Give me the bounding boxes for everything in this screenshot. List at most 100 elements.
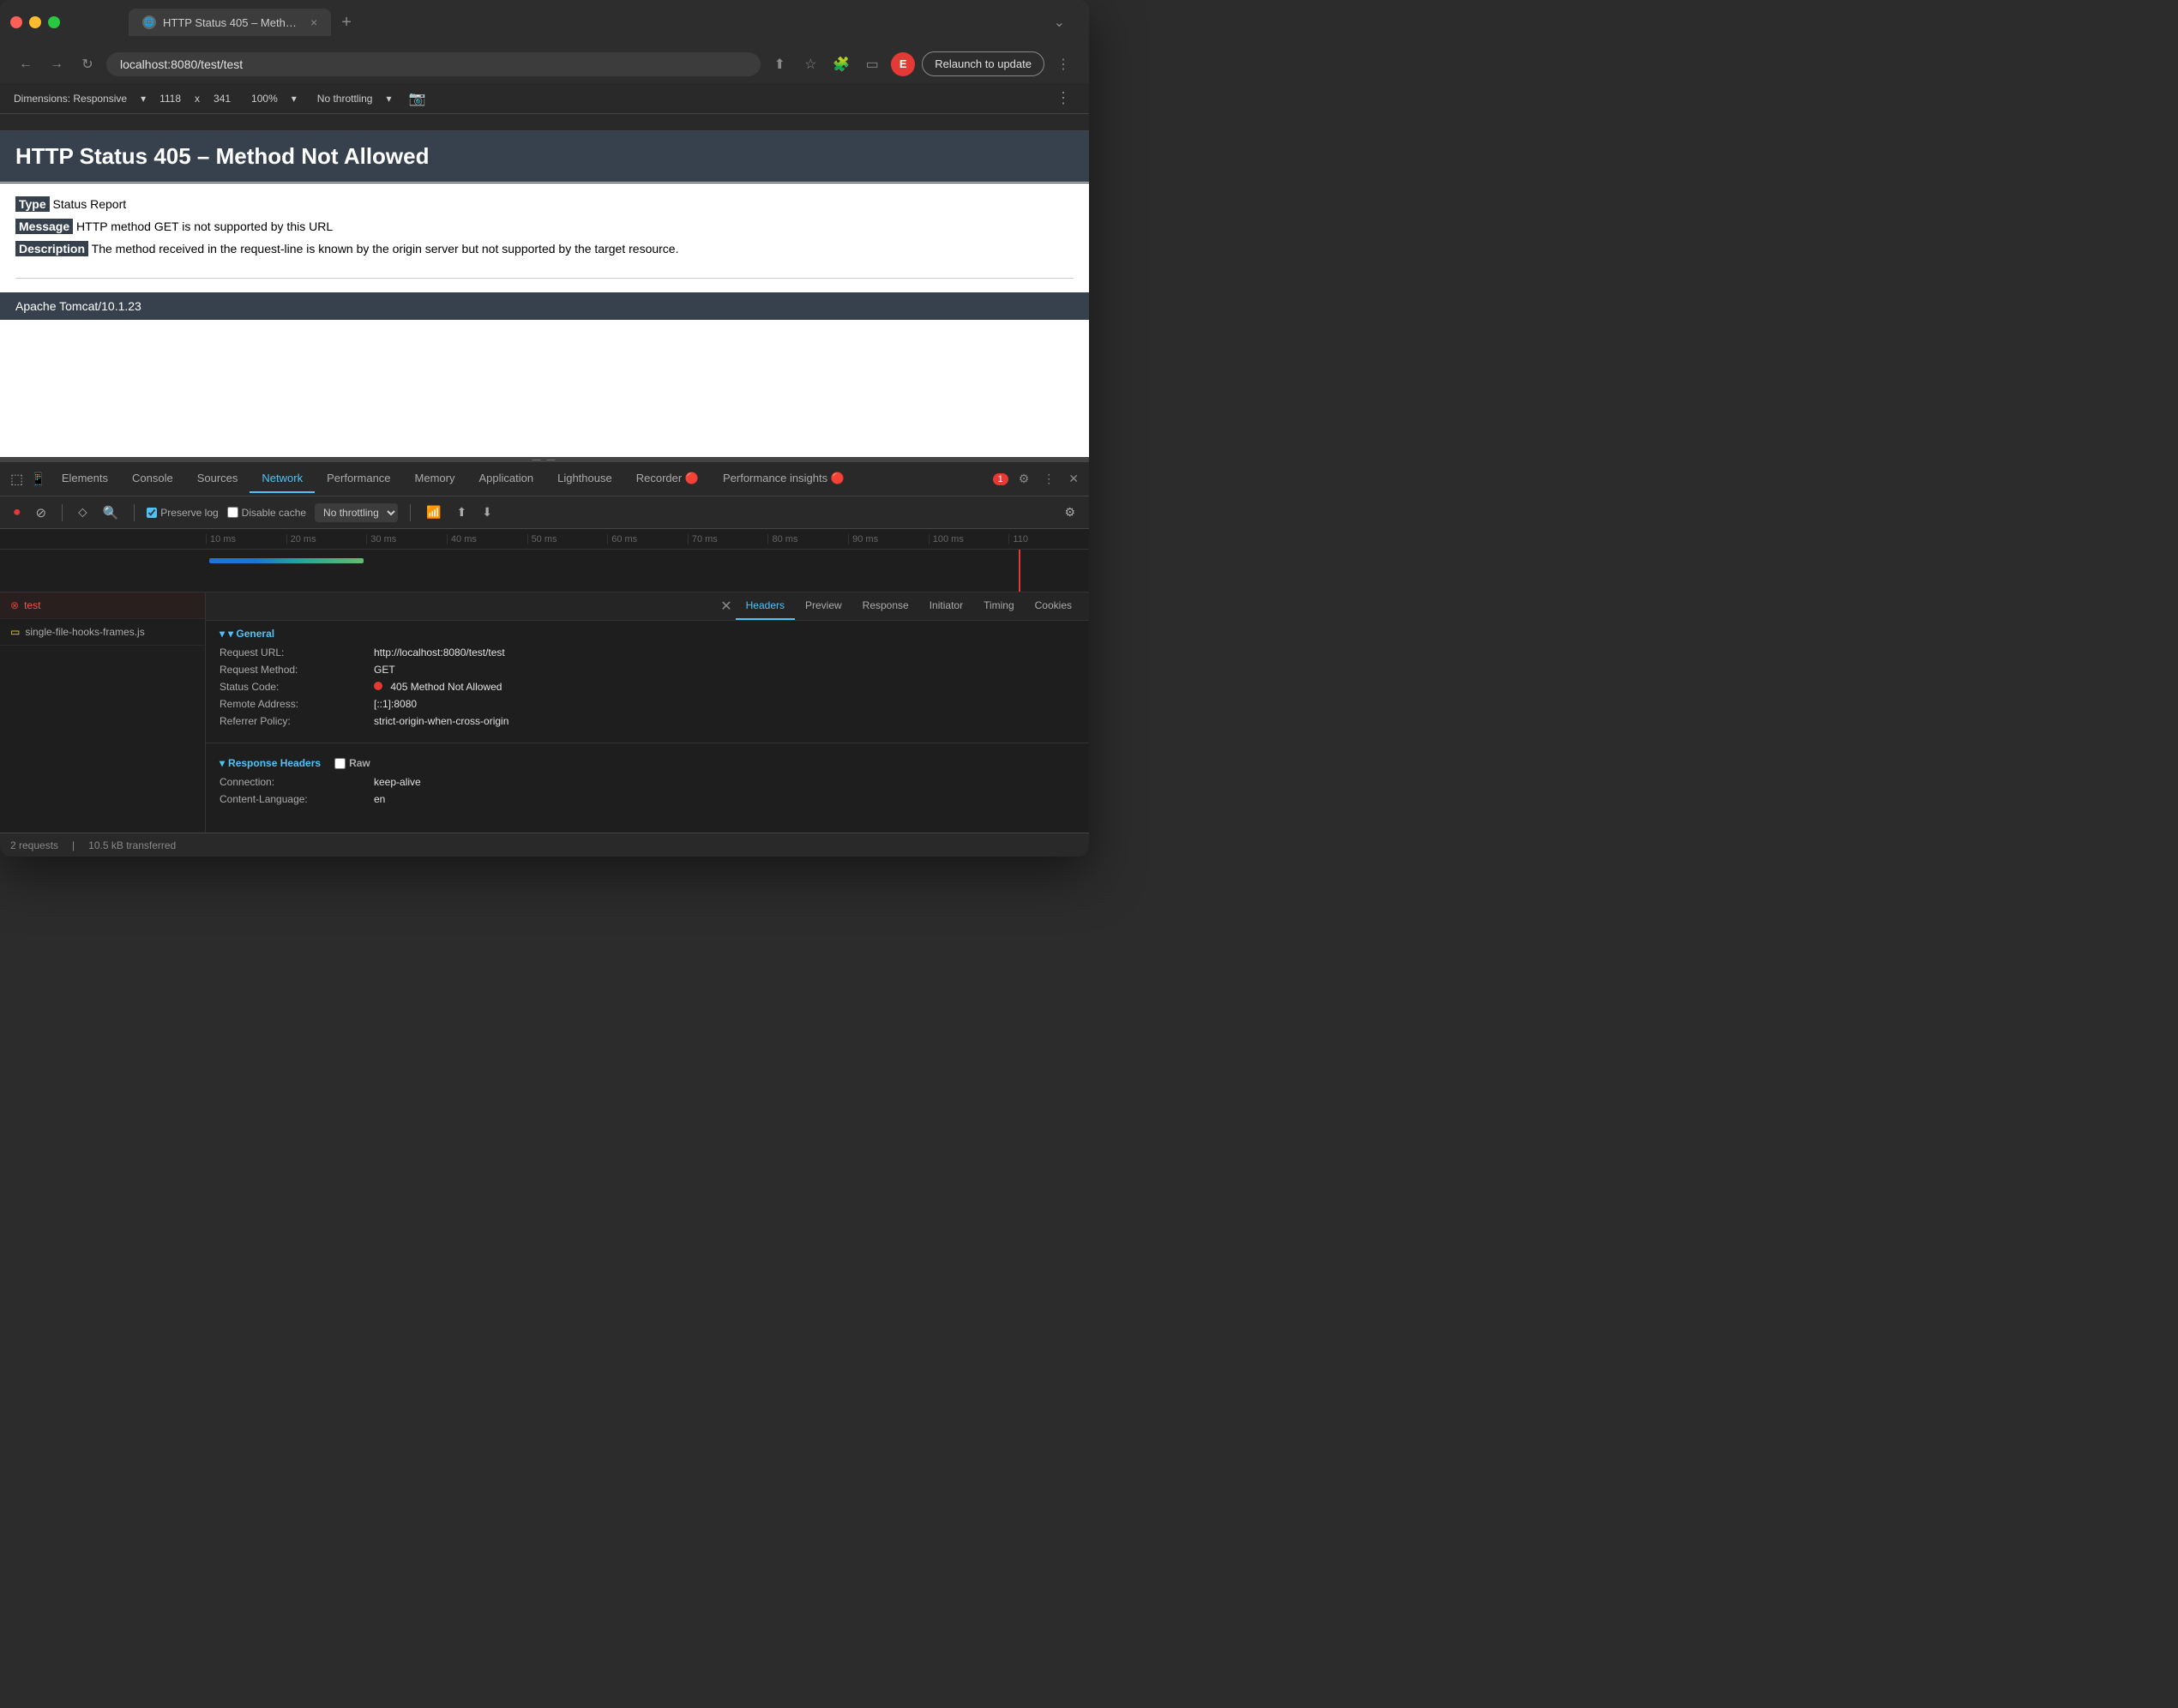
network-item-js[interactable]: ▭ single-file-hooks-frames.js: [0, 619, 205, 646]
network-item-name-js: single-file-hooks-frames.js: [25, 626, 144, 638]
back-button[interactable]: ←: [14, 52, 38, 76]
menu-icon[interactable]: ⋮: [1051, 52, 1075, 76]
tab-performance-insights[interactable]: Performance insights 🔴: [711, 465, 857, 494]
status-code-key: Status Code:: [220, 681, 374, 693]
search-icon[interactable]: 🔍: [99, 503, 123, 522]
tab-title: HTTP Status 405 – Method N…: [163, 16, 300, 29]
sidebar-icon[interactable]: ▭: [860, 52, 884, 76]
raw-checkbox[interactable]: [334, 758, 346, 769]
more-options-icon[interactable]: ⋮: [1051, 87, 1075, 111]
response-headers-section-title: ▾ Response Headers Raw: [220, 757, 1075, 769]
description-row: Description The method received in the r…: [15, 242, 1074, 256]
device-toggle-icon[interactable]: 📱: [27, 470, 50, 489]
preserve-log-checkbox[interactable]: [147, 508, 157, 518]
headers-tab-initiator[interactable]: Initiator: [919, 592, 973, 620]
remote-address-val: [::1]:8080: [374, 698, 417, 710]
type-row: Type Status Report: [15, 197, 1074, 211]
active-tab[interactable]: 🌐 HTTP Status 405 – Method N… ×: [129, 9, 331, 36]
avatar-button[interactable]: E: [891, 52, 915, 76]
ruler: [0, 114, 1089, 131]
tab-close-icon[interactable]: ×: [310, 15, 317, 29]
timeline: 10 ms 20 ms 30 ms 40 ms 50 ms 60 ms 70 m…: [0, 529, 1089, 550]
network-settings-icon[interactable]: ⚙: [1061, 503, 1079, 521]
remote-address-key: Remote Address:: [220, 698, 374, 710]
forward-button[interactable]: →: [45, 52, 69, 76]
headers-tab-headers[interactable]: Headers: [736, 592, 795, 620]
headers-tab-timing[interactable]: Timing: [973, 592, 1025, 620]
content-language-val: en: [374, 793, 385, 805]
request-method-val: GET: [374, 664, 395, 676]
new-tab-button[interactable]: +: [334, 9, 358, 36]
filter-icon[interactable]: ⬦: [75, 503, 91, 521]
referrer-policy-key: Referrer Policy:: [220, 715, 374, 727]
message-value: HTTP method GET is not supported by this…: [76, 220, 333, 233]
record-button[interactable]: ⏺: [10, 503, 24, 521]
request-method-key: Request Method:: [220, 664, 374, 676]
stop-button[interactable]: ⊘: [33, 503, 51, 522]
close-button[interactable]: [10, 16, 22, 28]
tab-performance[interactable]: Performance: [315, 465, 402, 493]
devtools-settings-icon[interactable]: ⚙: [1015, 468, 1033, 490]
js-file-icon: ▭: [10, 626, 20, 638]
disable-cache-label: Disable cache: [227, 507, 306, 519]
timeline-label-60ms: 60 ms: [607, 534, 688, 544]
footer-text: Apache Tomcat/10.1.23: [15, 299, 1074, 313]
general-section: ▾ ▾ General Request URL: http://localhos…: [206, 621, 1089, 739]
title-bar: 🌐 HTTP Status 405 – Method N… × + ⌄: [0, 0, 1089, 45]
timeline-label-90ms: 90 ms: [848, 534, 929, 544]
devtools-more-icon[interactable]: ⋮: [1039, 468, 1058, 490]
tab-elements[interactable]: Elements: [50, 465, 120, 493]
toolbar-separator-1: [62, 504, 63, 521]
tab-console[interactable]: Console: [120, 465, 185, 493]
download-icon[interactable]: ⬇: [478, 503, 496, 521]
tab-sources[interactable]: Sources: [185, 465, 250, 493]
dimensions-label: Dimensions: Responsive: [14, 93, 127, 105]
red-marker-line: [1019, 550, 1020, 592]
throttling-value: No throttling: [317, 93, 373, 105]
tab-recorder[interactable]: Recorder 🔴: [624, 465, 711, 494]
timeline-label-10ms: 10 ms: [206, 534, 286, 544]
disable-cache-checkbox[interactable]: [227, 507, 238, 518]
browser-window: 🌐 HTTP Status 405 – Method N… × + ⌄ ← → …: [0, 0, 1089, 857]
tab-network[interactable]: Network: [250, 465, 315, 493]
response-headers-section: ▾ Response Headers Raw Connection: keep-…: [206, 750, 1089, 817]
wifi-icon[interactable]: 📶: [423, 503, 444, 521]
devtools-close-icon[interactable]: ✕: [1065, 468, 1082, 490]
request-method-row: Request Method: GET: [220, 664, 1075, 676]
responsive-bar: Dimensions: Responsive ▾ 1118 x 341 100%…: [0, 83, 1089, 114]
tab-favicon: 🌐: [142, 15, 156, 29]
preserve-log-label: Preserve log: [147, 507, 218, 519]
screenshot-icon[interactable]: 📷: [406, 87, 430, 111]
description-label: Description: [15, 241, 88, 256]
page-error-header: HTTP Status 405 – Method Not Allowed: [0, 131, 1089, 182]
minimize-button[interactable]: [29, 16, 41, 28]
tab-application[interactable]: Application: [466, 465, 545, 493]
bookmark-icon[interactable]: ☆: [798, 52, 822, 76]
headers-close-icon[interactable]: ✕: [717, 594, 735, 618]
status-dot-icon: [374, 682, 382, 690]
tab-memory[interactable]: Memory: [403, 465, 467, 493]
page-footer: Apache Tomcat/10.1.23: [0, 292, 1089, 320]
network-item-test[interactable]: ⊗ test: [0, 592, 205, 619]
tab-lighthouse[interactable]: Lighthouse: [545, 465, 624, 493]
raw-checkbox-label: Raw: [334, 757, 370, 769]
headers-tab-cookies[interactable]: Cookies: [1025, 592, 1082, 620]
maximize-button[interactable]: [48, 16, 60, 28]
headers-tab-preview[interactable]: Preview: [795, 592, 852, 620]
request-url-key: Request URL:: [220, 647, 374, 659]
address-input[interactable]: [106, 52, 761, 76]
window-controls-icon[interactable]: ⌄: [1050, 10, 1068, 34]
headers-tab-response[interactable]: Response: [852, 592, 919, 620]
share-icon[interactable]: ⬆: [767, 52, 791, 76]
tab-bar: 🌐 HTTP Status 405 – Method N… × + ⌄: [118, 9, 1079, 36]
inspect-element-icon[interactable]: ⬚: [7, 469, 27, 490]
content-language-row: Content-Language: en: [220, 793, 1075, 805]
upload-icon[interactable]: ⬆: [453, 503, 470, 521]
referrer-policy-row: Referrer Policy: strict-origin-when-cros…: [220, 715, 1075, 727]
request-url-row: Request URL: http://localhost:8080/test/…: [220, 647, 1075, 659]
throttle-select[interactable]: No throttling: [315, 503, 398, 522]
chevron-down-icon: ▾: [141, 93, 146, 105]
reload-button[interactable]: ↻: [75, 52, 99, 76]
extensions-icon[interactable]: 🧩: [829, 52, 853, 76]
relaunch-button[interactable]: Relaunch to update: [922, 51, 1044, 76]
